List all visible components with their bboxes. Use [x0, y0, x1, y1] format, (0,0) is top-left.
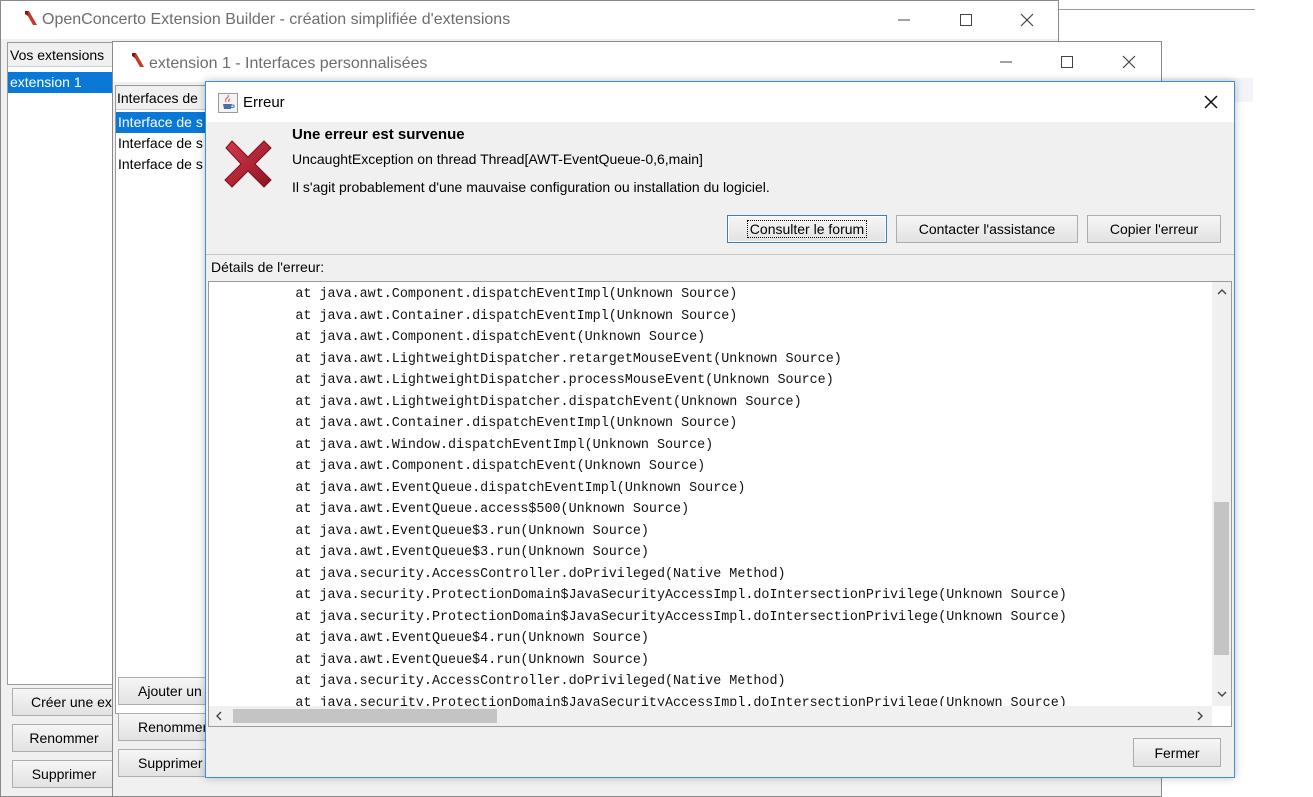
error-dialog: Erreur Une erreur est survenue UncaughtE… — [205, 81, 1235, 778]
stack-trace-line: at java.security.AccessController.doPriv… — [215, 566, 786, 582]
error-dialog-title: Erreur — [243, 93, 285, 111]
stack-trace-viewport: at java.awt.Component.dispatchEventImpl(… — [209, 282, 1212, 706]
stack-trace-line: at java.security.ProtectionDomain$JavaSe… — [215, 588, 1067, 603]
error-heading: Une erreur est survenue — [292, 126, 465, 143]
error-message: UncaughtException on thread Thread[AWT-E… — [292, 151, 703, 167]
main-title-bar[interactable]: OpenConcerto Extension Builder - créatio… — [1, 1, 1058, 39]
interface-list-item[interactable]: Interface de s — [116, 112, 214, 133]
interface-list-item[interactable]: Interface de s — [116, 133, 214, 154]
stack-trace-line: at java.awt.LightweightDispatcher.dispat… — [215, 394, 802, 410]
rename-interface-label: Renommer — [138, 719, 208, 735]
chevron-up-icon — [1217, 289, 1226, 295]
copy-error-label: Copier l'erreur — [1109, 221, 1199, 237]
close-dialog-label: Fermer — [1154, 744, 1200, 761]
copy-error-button[interactable]: Copier l'erreur — [1087, 215, 1221, 243]
extensions-list-header: Vos extensions — [8, 43, 112, 67]
close-button[interactable] — [1106, 42, 1152, 82]
stack-trace-line: at java.security.ProtectionDomain$JavaSe… — [215, 695, 1067, 707]
background-strip — [1059, 0, 1255, 10]
create-extension-button[interactable]: Créer une ex — [12, 688, 116, 716]
stack-trace-line: at java.awt.EventQueue$3.run(Unknown Sou… — [215, 523, 649, 539]
add-interface-button[interactable]: Ajouter un — [118, 677, 218, 705]
interface-list-item[interactable]: Interface de s — [116, 154, 214, 175]
stack-trace-line: at java.awt.EventQueue$4.run(Unknown Sou… — [215, 631, 649, 646]
stack-trace-line: at java.awt.LightweightDispatcher.retarg… — [215, 351, 842, 367]
scroll-up-arrow[interactable] — [1212, 282, 1231, 302]
chevron-down-icon — [1217, 691, 1226, 697]
chevron-left-icon — [216, 711, 222, 721]
extension-list-item[interactable]: extension 1 — [8, 72, 112, 93]
minimize-button[interactable] — [983, 42, 1029, 82]
stack-trace-line: at java.security.ProtectionDomain$JavaSe… — [215, 609, 1067, 625]
interfaces-list-header: Interfaces de — [116, 86, 214, 110]
stack-trace-line: at java.security.AccessController.doPriv… — [215, 674, 786, 689]
rename-extension-button[interactable]: Renommer — [12, 724, 116, 752]
close-icon — [1020, 13, 1034, 27]
minimize-icon — [898, 19, 910, 21]
maximize-icon — [1061, 56, 1073, 68]
delete-extension-label: Supprimer — [31, 766, 97, 782]
forum-button[interactable]: Consulter le forum — [727, 215, 887, 243]
main-window-title: OpenConcerto Extension Builder - créatio… — [42, 11, 511, 28]
maximize-button[interactable] — [943, 1, 989, 39]
extension-title-bar[interactable]: extension 1 - Interfaces personnalisées — [113, 42, 1161, 82]
close-dialog-button[interactable]: Fermer — [1133, 738, 1221, 767]
stack-trace-line: at java.awt.Component.dispatchEvent(Unkn… — [215, 330, 706, 345]
delete-interface-button[interactable]: Supprimer — [118, 749, 218, 777]
extensions-list: extension 1 — [8, 68, 112, 678]
openconcerto-logo-icon — [25, 11, 37, 25]
horizontal-scroll-thumb[interactable] — [233, 709, 497, 723]
stack-trace-pane[interactable]: at java.awt.Component.dispatchEventImpl(… — [208, 281, 1232, 727]
delete-interface-label: Supprimer — [138, 755, 203, 771]
chevron-right-icon — [1197, 711, 1203, 721]
minimize-icon — [1000, 61, 1012, 63]
extension-window-title: extension 1 - Interfaces personnalisées — [149, 55, 428, 72]
vertical-scrollbar[interactable] — [1212, 282, 1231, 706]
forum-button-label: Consulter le forum — [746, 220, 868, 238]
stack-trace-text: at java.awt.Component.dispatchEventImpl(… — [215, 284, 1067, 707]
rename-extension-label: Renommer — [29, 730, 99, 746]
add-interface-label: Ajouter un — [138, 683, 202, 699]
maximize-icon — [960, 14, 972, 26]
rename-interface-button[interactable]: Renommer — [118, 713, 218, 741]
contact-support-label: Contacter l'assistance — [918, 221, 1056, 237]
java-cup-icon — [218, 93, 238, 113]
scroll-down-arrow[interactable] — [1212, 684, 1231, 704]
scroll-right-arrow[interactable] — [1190, 706, 1210, 726]
stack-trace-line: at java.awt.Component.dispatchEventImpl(… — [215, 287, 738, 302]
openconcerto-logo-icon — [132, 53, 144, 67]
close-icon — [1122, 55, 1136, 69]
minimize-button[interactable] — [881, 1, 927, 39]
delete-extension-button[interactable]: Supprimer — [12, 760, 116, 788]
stack-trace-line: at java.awt.LightweightDispatcher.proces… — [215, 373, 834, 388]
vertical-scroll-thumb[interactable] — [1214, 502, 1229, 655]
stack-trace-line: at java.awt.EventQueue.dispatchEventImpl… — [215, 480, 746, 496]
contact-support-button[interactable]: Contacter l'assistance — [896, 215, 1078, 243]
horizontal-scrollbar[interactable] — [209, 706, 1212, 726]
divider — [206, 254, 1234, 255]
close-button[interactable] — [1188, 82, 1234, 122]
interfaces-list: Interface de s Interface de s Interface … — [116, 111, 214, 711]
stack-trace-line: at java.awt.EventQueue.access$500(Unknow… — [215, 502, 690, 517]
stack-trace-line: at java.awt.Component.dispatchEvent(Unkn… — [215, 459, 706, 474]
create-extension-label: Créer une ex — [31, 694, 112, 710]
stack-trace-line: at java.awt.EventQueue$4.run(Unknown Sou… — [215, 652, 649, 668]
interfaces-panel: Interfaces de Interface de s Interface d… — [115, 85, 215, 714]
error-hint: Il s'agit probablement d'une mauvaise co… — [292, 179, 770, 195]
stack-trace-line: at java.awt.Container.dispatchEventImpl(… — [215, 308, 738, 324]
close-icon — [1204, 95, 1218, 109]
maximize-button[interactable] — [1044, 42, 1090, 82]
close-button[interactable] — [1004, 1, 1050, 39]
stack-trace-line: at java.awt.Container.dispatchEventImpl(… — [215, 416, 738, 431]
error-dialog-title-bar[interactable]: Erreur — [206, 82, 1234, 122]
stack-trace-line: at java.awt.EventQueue$3.run(Unknown Sou… — [215, 545, 649, 560]
extensions-panel: Vos extensions extension 1 — [7, 42, 113, 685]
error-x-icon — [224, 140, 272, 188]
scroll-left-arrow[interactable] — [209, 706, 229, 726]
stack-trace-line: at java.awt.Window.dispatchEventImpl(Unk… — [215, 437, 714, 453]
details-label: Détails de l'erreur: — [211, 259, 325, 275]
